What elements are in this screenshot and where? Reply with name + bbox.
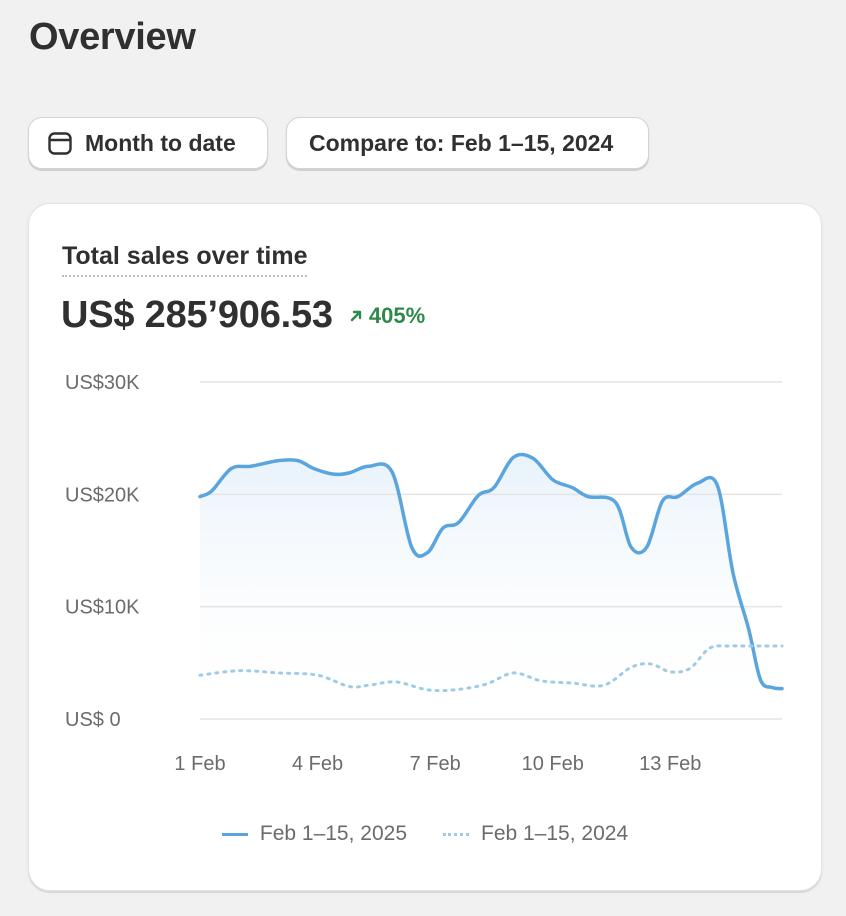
legend-swatch-dotted: [443, 832, 469, 836]
legend-label-current: Feb 1–15, 2025: [259, 822, 407, 845]
date-range-button[interactable]: Month to date: [28, 117, 268, 169]
x-tick-label: 13 Feb: [639, 753, 701, 775]
x-tick-label: 1 Feb: [174, 753, 225, 775]
legend-item-previous[interactable]: Feb 1–15, 2024: [443, 822, 628, 846]
compare-label: Compare to: Feb 1–15, 2024: [309, 129, 614, 156]
legend-label-previous: Feb 1–15, 2024: [481, 822, 629, 845]
y-tick-label: US$20K: [65, 484, 140, 506]
compare-button[interactable]: Compare to: Feb 1–15, 2024: [286, 117, 649, 169]
chart-legend: Feb 1–15, 2025 Feb 1–15, 2024: [29, 822, 821, 846]
x-tick-label: 4 Feb: [292, 753, 343, 775]
x-tick-label: 7 Feb: [410, 753, 461, 775]
date-range-label: Month to date: [85, 129, 236, 156]
sales-chart: US$ 0 US$10K US$20K US$30K 1 Feb 4 Feb 7 Feb 10…: [65, 372, 784, 775]
sales-card: Total sales over time US$ 285’906.53 405…: [28, 203, 822, 891]
toolbar: Month to date Compare to: Feb 1–15, 2024: [28, 117, 649, 169]
x-tick-label: 10 Feb: [522, 753, 584, 775]
y-tick-label: US$30K: [65, 372, 140, 394]
legend-swatch-solid: [221, 832, 248, 836]
y-tick-label: US$10K: [65, 597, 140, 619]
y-tick-label: US$ 0: [65, 709, 121, 731]
legend-item-current[interactable]: Feb 1–15, 2025: [221, 822, 407, 846]
calendar-icon: [47, 130, 73, 156]
page-title: Overview: [29, 16, 196, 58]
